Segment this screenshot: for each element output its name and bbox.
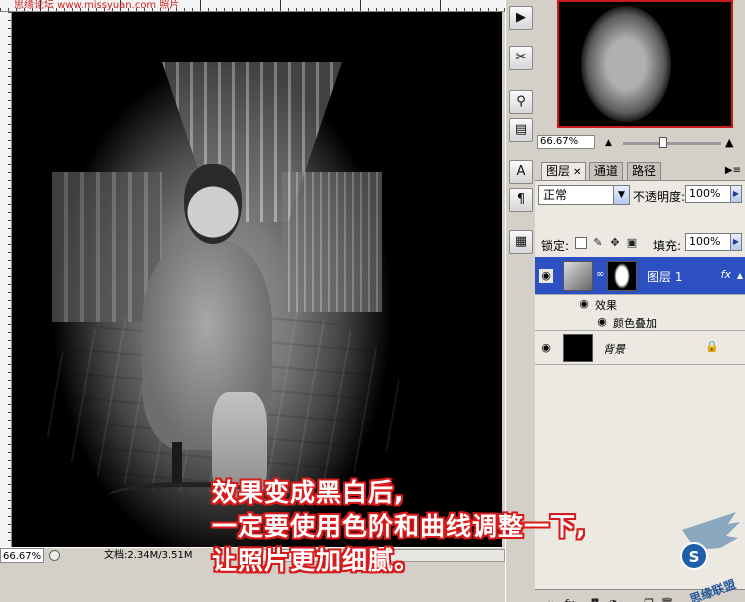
tab-channels[interactable]: 通道	[589, 162, 624, 180]
new-layer-icon[interactable]: ❐	[641, 596, 657, 602]
layer-thumbnail	[563, 334, 593, 362]
top-ruler[interactable]: 思缘论坛 www.missyuan.com 照片	[0, 0, 505, 12]
fill-field[interactable]: 100%	[685, 233, 731, 251]
lock-transparent-icon[interactable]	[575, 237, 587, 249]
visibility-eye-icon[interactable]: ◉	[539, 341, 553, 355]
fill-label: 填充:	[653, 239, 682, 253]
caption-line-2: 一定要使用色阶和曲线调整一下,	[212, 512, 587, 541]
layers-panel-tabs: 图层 ✕ 通道 路径 ▶≡	[535, 160, 745, 180]
caption-line-1: 效果变成黑白后,	[212, 478, 405, 507]
photo-chair-stem	[172, 442, 182, 487]
layer-thumbnail	[563, 261, 593, 291]
effect-color-overlay-row[interactable]: ◉ 颜色叠加	[535, 313, 745, 331]
visibility-eye-icon[interactable]: ◉	[577, 297, 591, 311]
lock-icon: 🔒	[705, 340, 719, 353]
zoom-in-icon[interactable]: ▲	[725, 136, 733, 149]
opacity-arrow-icon[interactable]: ▶	[730, 185, 742, 203]
link-layers-icon[interactable]: ∞	[543, 596, 559, 602]
document-canvas[interactable]	[12, 12, 502, 547]
chain-link-icon[interactable]: ∞	[596, 269, 604, 280]
layer-name: 背景	[603, 343, 625, 356]
photo-shops-right	[282, 172, 382, 312]
navigator-slider-knob[interactable]	[659, 137, 667, 148]
status-info-icon[interactable]	[49, 550, 60, 561]
add-layer-style-icon[interactable]: fx.	[563, 596, 579, 602]
clone-source-icon[interactable]: ▤	[509, 118, 533, 142]
lock-all-icon[interactable]: ▣	[626, 237, 638, 249]
blend-mode-select[interactable]: 正常 ▼	[538, 185, 630, 205]
left-ruler[interactable]	[0, 12, 12, 547]
logo-text: 思缘联盟	[687, 576, 737, 602]
zoom-out-icon[interactable]: ▲	[605, 138, 612, 148]
visibility-eye-icon[interactable]: ◉	[539, 269, 553, 283]
navigator-zoom-field[interactable]: 66.67%	[537, 135, 595, 149]
expand-effects-icon[interactable]: ▲	[737, 271, 743, 280]
status-zoom-field[interactable]: 66.67%	[0, 548, 44, 563]
tab-layers[interactable]: 图层 ✕	[541, 162, 587, 180]
chevron-down-icon[interactable]: ▼	[613, 186, 629, 204]
layer-row-background[interactable]: ◉ 背景 🔒	[535, 331, 745, 365]
new-group-icon[interactable]: ▭	[623, 596, 639, 602]
trash-icon[interactable]: 🗑	[659, 596, 675, 602]
brushes-icon[interactable]: ⚲	[509, 90, 533, 114]
paragraph-icon[interactable]: ¶	[509, 188, 533, 212]
photo-person-head	[184, 164, 242, 244]
navigator-panel: 66.67% ▲ ▲	[535, 0, 745, 152]
tutorial-caption: 效果变成黑白后, 一定要使用色阶和曲线调整一下, 让照片更加细腻。	[212, 476, 682, 578]
ruler-major-tick	[360, 0, 361, 11]
document-size: 文档:2.34M/3.51M	[104, 550, 193, 561]
lock-pixels-brush-icon[interactable]: ✎	[592, 237, 604, 249]
ruler-major-tick	[280, 0, 281, 11]
layer-row-layer-1[interactable]: ◉ ∞ 图层 1 fx ▲	[535, 257, 745, 295]
layer-comps-icon[interactable]: ▦	[509, 230, 533, 254]
effects-label: 效果	[595, 299, 617, 312]
lock-label: 锁定:	[541, 239, 570, 253]
effect-name: 颜色叠加	[613, 317, 657, 330]
site-logo: S 思缘联盟	[680, 512, 740, 602]
caption-line-3: 让照片更加细腻。	[212, 546, 421, 575]
navigator-preview[interactable]	[557, 0, 733, 128]
forum-watermark: 思缘论坛 www.missyuan.com 照片	[14, 0, 180, 11]
layer-name: 图层 1	[647, 270, 683, 284]
lock-position-move-icon[interactable]: ✥	[609, 237, 621, 249]
panel-menu-icon[interactable]: ▶≡	[725, 165, 741, 176]
svg-text:S: S	[689, 548, 700, 566]
opacity-field[interactable]: 100%	[685, 185, 731, 203]
layer-effects-row[interactable]: ◉ 效果	[535, 295, 745, 313]
close-icon[interactable]: ✕	[573, 167, 581, 178]
fx-icon[interactable]: fx	[721, 268, 731, 281]
layer-mask-thumbnail[interactable]	[607, 261, 637, 291]
tool-presets-icon[interactable]: ✂	[509, 46, 533, 70]
adjustment-layer-icon[interactable]: ◑	[605, 596, 621, 602]
visibility-eye-icon[interactable]: ◉	[595, 315, 609, 329]
ruler-ticks	[0, 12, 11, 547]
character-icon[interactable]: A	[509, 160, 533, 184]
photoshop-window: 思缘论坛 www.missyuan.com 照片 效果变成黑白后, 一定要使用色…	[0, 0, 745, 602]
tab-paths[interactable]: 路径	[627, 162, 662, 180]
navigator-zoom-slider[interactable]	[623, 142, 721, 145]
ruler-major-tick	[440, 0, 441, 11]
add-mask-icon[interactable]: ◘	[587, 596, 603, 602]
ruler-major-tick	[200, 0, 201, 11]
fill-arrow-icon[interactable]: ▶	[730, 233, 742, 251]
opacity-label: 不透明度:	[633, 190, 686, 204]
actions-play-icon[interactable]: ▶	[509, 6, 533, 30]
